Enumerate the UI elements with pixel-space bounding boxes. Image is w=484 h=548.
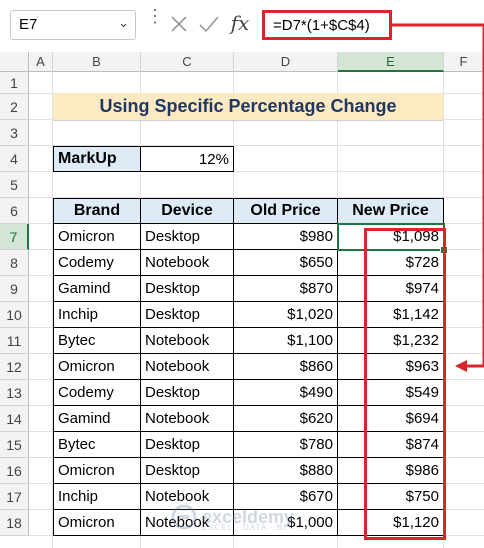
fill-handle[interactable] — [440, 246, 448, 254]
row-header-1[interactable]: 1 — [0, 72, 29, 94]
table-cell[interactable]: $780 — [234, 432, 338, 458]
table-cell[interactable]: Omicron — [53, 224, 141, 250]
table-cell[interactable]: Gamind — [53, 276, 141, 302]
table-cell[interactable]: Omicron — [53, 354, 141, 380]
table-header-cell[interactable]: New Price — [338, 198, 444, 224]
row-header-12[interactable]: 12 — [0, 354, 29, 380]
table-cell[interactable]: $650 — [234, 250, 338, 276]
enter-icon[interactable] — [196, 10, 222, 38]
table-cell[interactable]: Desktop — [141, 302, 234, 328]
row-header-17[interactable]: 17 — [0, 484, 29, 510]
row-header-10[interactable]: 10 — [0, 302, 29, 328]
table-cell[interactable]: Codemy — [53, 380, 141, 406]
table-cell[interactable]: Desktop — [141, 432, 234, 458]
table-cell[interactable]: Bytec — [53, 328, 141, 354]
column-header-d[interactable]: D — [234, 52, 338, 72]
table-cell[interactable]: Inchip — [53, 484, 141, 510]
row-header-4[interactable]: 4 — [0, 146, 29, 172]
watermark: exceldemy EXCEL · DATA · BI — [170, 503, 294, 532]
column-header-b[interactable]: B — [53, 52, 141, 72]
table-cell[interactable]: $694 — [338, 406, 444, 432]
formula-bar: E7 ⌄ ⋮ fx =D7*(1+$C$4) — [0, 0, 484, 53]
row-header-18[interactable]: 18 — [0, 510, 29, 536]
table-cell[interactable]: Notebook — [141, 328, 234, 354]
table-cell[interactable]: Omicron — [53, 510, 141, 536]
row-header-6[interactable]: 6 — [0, 198, 29, 224]
table-cell[interactable]: Codemy — [53, 250, 141, 276]
formula-highlight: =D7*(1+$C$4) — [262, 10, 392, 40]
fx-icon[interactable]: fx — [226, 8, 254, 38]
table-header-cell[interactable]: Device — [141, 198, 234, 224]
markup-label[interactable]: MarkUp — [53, 146, 141, 172]
table-cell[interactable]: $549 — [338, 380, 444, 406]
table-cell[interactable]: $880 — [234, 458, 338, 484]
table-cell[interactable]: Desktop — [141, 276, 234, 302]
table-cell[interactable]: $963 — [338, 354, 444, 380]
column-header-f[interactable]: F — [444, 52, 484, 72]
table-cell[interactable]: Desktop — [141, 224, 234, 250]
row-header-3[interactable]: 3 — [0, 120, 29, 146]
table-cell[interactable]: $980 — [234, 224, 338, 250]
table-cell[interactable]: $1,100 — [234, 328, 338, 354]
table-cell[interactable]: Gamind — [53, 406, 141, 432]
column-header-e[interactable]: E — [338, 52, 444, 72]
table-cell[interactable]: Notebook — [141, 406, 234, 432]
table-cell[interactable]: $1,098 — [338, 224, 444, 250]
table-cell[interactable]: Desktop — [141, 380, 234, 406]
column-header-a[interactable]: A — [29, 52, 53, 72]
select-all-corner[interactable] — [0, 52, 29, 72]
table-header-cell[interactable]: Old Price — [234, 198, 338, 224]
table-cell[interactable]: $1,120 — [338, 510, 444, 536]
chevron-down-icon[interactable]: ⌄ — [118, 15, 129, 31]
row-header-5[interactable]: 5 — [0, 172, 29, 198]
row-header-7[interactable]: 7 — [0, 224, 29, 250]
markup-value[interactable]: 12% — [141, 146, 234, 172]
row-header-11[interactable]: 11 — [0, 328, 29, 354]
cancel-icon[interactable] — [166, 10, 192, 38]
watermark-tagline: EXCEL · DATA · BI — [202, 523, 287, 532]
row-header-2[interactable]: 2 — [0, 94, 29, 120]
row-header-8[interactable]: 8 — [0, 250, 29, 276]
table-cell[interactable]: $974 — [338, 276, 444, 302]
table-cell[interactable]: $870 — [234, 276, 338, 302]
table-cell[interactable]: $860 — [234, 354, 338, 380]
table-cell[interactable]: Omicron — [53, 458, 141, 484]
table-cell[interactable]: Notebook — [141, 354, 234, 380]
column-header-c[interactable]: C — [141, 52, 234, 72]
table-cell[interactable]: $1,020 — [234, 302, 338, 328]
spreadsheet-grid[interactable]: ABCDEF 1 2 3 4 5 6 7 8 9 10 11 12 13 14 15 16 17 18 Using… — [0, 52, 484, 548]
name-box[interactable]: E7 ⌄ — [10, 10, 136, 40]
row-header-16[interactable]: 16 — [0, 458, 29, 484]
table-cell[interactable]: $620 — [234, 406, 338, 432]
table-cell[interactable]: Inchip — [53, 302, 141, 328]
sheet-title: Using Specific Percentage Change — [53, 93, 443, 121]
name-box-value: E7 — [19, 16, 38, 33]
table-cell[interactable]: $750 — [338, 484, 444, 510]
row-header-15[interactable]: 15 — [0, 432, 29, 458]
table-cell[interactable]: $986 — [338, 458, 444, 484]
table-cell[interactable]: Bytec — [53, 432, 141, 458]
table-cell[interactable]: Desktop — [141, 458, 234, 484]
row-header-13[interactable]: 13 — [0, 380, 29, 406]
more-icon[interactable]: ⋮ — [146, 7, 164, 34]
table-cell[interactable]: $490 — [234, 380, 338, 406]
row-header-9[interactable]: 9 — [0, 276, 29, 302]
table-cell[interactable]: $874 — [338, 432, 444, 458]
formula-text: =D7*(1+$C$4) — [273, 17, 370, 34]
table-header-cell[interactable]: Brand — [53, 198, 141, 224]
row-header-14[interactable]: 14 — [0, 406, 29, 432]
table-cell[interactable]: $1,142 — [338, 302, 444, 328]
watermark-logo-icon — [171, 504, 197, 530]
table-cell[interactable]: $728 — [338, 250, 444, 276]
table-cell[interactable]: $1,232 — [338, 328, 444, 354]
table-cell[interactable]: Notebook — [141, 250, 234, 276]
